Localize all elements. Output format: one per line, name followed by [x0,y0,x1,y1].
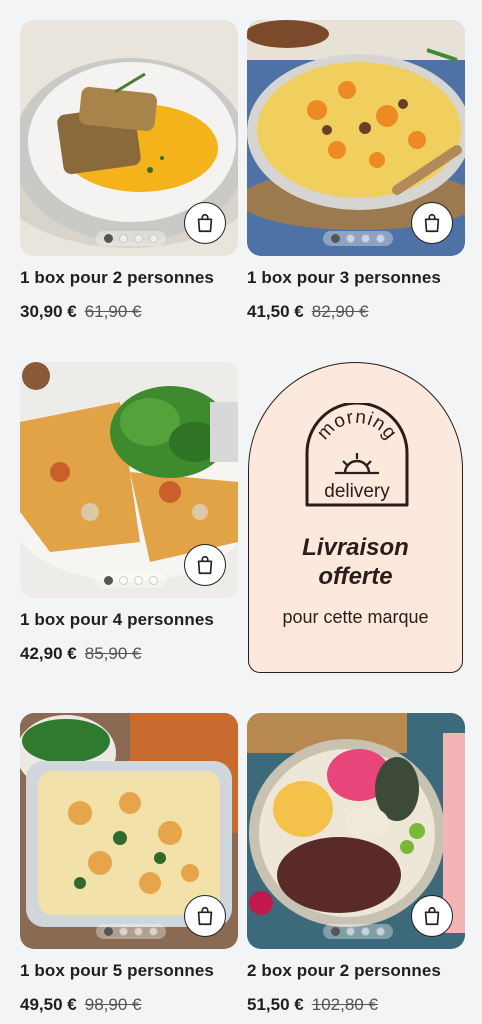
price-row: 42,90 € 85,90 € [20,644,238,664]
carousel-dots[interactable] [96,231,166,246]
product-image[interactable] [247,713,465,949]
carousel-dot[interactable] [346,234,355,243]
carousel-dot[interactable] [331,927,340,936]
product-image[interactable] [20,20,238,256]
shopping-bag-icon [197,555,213,575]
current-price: 49,50 € [20,995,77,1014]
promo-title-line2: offerte [318,563,393,590]
price-row: 51,50 € 102,80 € [247,995,465,1015]
current-price: 42,90 € [20,644,77,663]
product-title: 1 box pour 5 personnes [20,961,214,980]
product-title: 1 box pour 2 personnes [20,268,214,287]
carousel-dot[interactable] [361,234,370,243]
original-price: 82,90 € [311,302,369,321]
carousel-dots[interactable] [323,924,393,939]
carousel-dot[interactable] [149,576,158,585]
shopping-bag-icon [197,906,213,926]
current-price: 51,50 € [247,995,304,1014]
price-row: 41,50 € 82,90 € [247,302,465,322]
carousel-dot[interactable] [119,576,128,585]
carousel-dot[interactable] [376,234,385,243]
add-to-cart-button[interactable] [411,895,453,937]
add-to-cart-button[interactable] [184,895,226,937]
carousel-dot[interactable] [331,234,340,243]
add-to-cart-button[interactable] [184,202,226,244]
product-title: 2 box pour 2 personnes [247,961,441,980]
shopping-bag-icon [197,213,213,233]
product-card-1[interactable]: 1 box pour 2 personnes 30,90 € 61,90 € [20,20,238,322]
carousel-dot[interactable] [376,927,385,936]
original-price: 98,90 € [84,995,142,1014]
carousel-dot[interactable] [119,927,128,936]
carousel-dots[interactable] [323,231,393,246]
product-card-4[interactable]: 1 box pour 5 personnes 49,50 € 98,90 € [20,713,238,1015]
product-image[interactable] [20,362,238,598]
carousel-dots[interactable] [96,924,166,939]
add-to-cart-button[interactable] [411,202,453,244]
carousel-dot[interactable] [104,927,113,936]
product-card-5[interactable]: 2 box pour 2 personnes 51,50 € 102,80 € [247,713,465,1015]
carousel-dots[interactable] [96,573,166,588]
product-image[interactable] [247,20,465,256]
carousel-dot[interactable] [346,927,355,936]
product-title: 1 box pour 4 personnes [20,610,214,629]
original-price: 102,80 € [311,995,378,1014]
price-row: 30,90 € 61,90 € [20,302,238,322]
promo-subtitle: pour cette marque [282,607,429,627]
carousel-dot[interactable] [119,234,128,243]
logo-text-bottom: delivery [324,481,390,502]
carousel-dot[interactable] [104,234,113,243]
carousel-dot[interactable] [149,234,158,243]
shopping-bag-icon [424,906,440,926]
current-price: 30,90 € [20,302,77,321]
original-price: 85,90 € [84,644,142,663]
price-row: 49,50 € 98,90 € [20,995,238,1015]
current-price: 41,50 € [247,302,304,321]
carousel-dot[interactable] [134,576,143,585]
promo-title-line1: Livraison [302,534,409,561]
carousel-dot[interactable] [361,927,370,936]
promo-title: Livraison offerte [249,533,462,591]
carousel-dot[interactable] [134,234,143,243]
original-price: 61,90 € [84,302,142,321]
carousel-dot[interactable] [104,576,113,585]
add-to-cart-button[interactable] [184,544,226,586]
shopping-bag-icon [424,213,440,233]
morning-delivery-logo: morning delivery [305,403,409,507]
product-image[interactable] [20,713,238,949]
product-card-2[interactable]: 1 box pour 3 personnes 41,50 € 82,90 € [247,20,465,322]
carousel-dot[interactable] [149,927,158,936]
free-delivery-promo: morning delivery Livraison offerte pour … [248,362,463,673]
carousel-dot[interactable] [134,927,143,936]
product-card-3[interactable]: 1 box pour 4 personnes 42,90 € 85,90 € [20,362,238,664]
product-title: 1 box pour 3 personnes [247,268,441,287]
